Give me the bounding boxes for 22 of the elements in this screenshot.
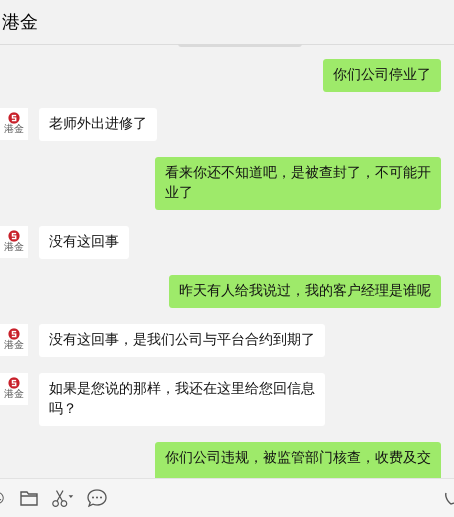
- logo-icon: [8, 112, 20, 124]
- avatar-label: 港金: [4, 242, 24, 254]
- message-bubble: 你们公司停业了: [323, 59, 441, 92]
- chat-icon[interactable]: [86, 487, 108, 509]
- message-bubble: 昨天有人给我说过，我的客户经理是谁呢: [169, 275, 441, 308]
- avatar[interactable]: 港金: [0, 373, 28, 405]
- avatar-label: 港金: [4, 340, 24, 352]
- avatar-label: 港金: [4, 124, 24, 136]
- message-bubble: 你们公司违规，被监管部门核查，收费及交: [155, 442, 441, 478]
- avatar[interactable]: 港金: [0, 108, 28, 140]
- message-bubble: 没有这回事: [39, 226, 129, 259]
- message-bubble: 没有这回事，是我们公司与平台合约到期了: [39, 324, 325, 357]
- avatar[interactable]: 港金: [0, 226, 28, 258]
- chat-title: 港金: [2, 11, 38, 34]
- logo-icon: [8, 377, 20, 389]
- message-bubble: 看来你还不知道吧，是被查封了，不可能开业了: [155, 157, 441, 210]
- avatar-label: 港金: [4, 389, 24, 401]
- logo-icon: [8, 230, 20, 242]
- logo-icon: [8, 328, 20, 340]
- message-bubble: 如果是您说的那样，我还在这里给您回信息吗？: [39, 373, 325, 426]
- message-bubble: 老师外出进修了: [39, 108, 157, 141]
- avatar[interactable]: 港金: [0, 324, 28, 356]
